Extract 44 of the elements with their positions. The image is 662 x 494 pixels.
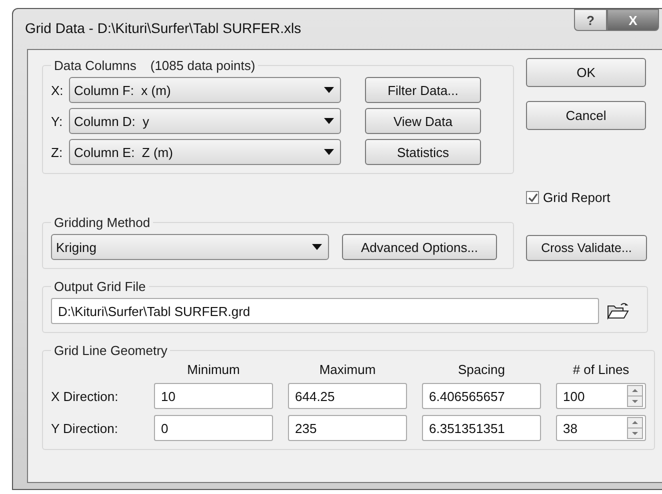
lines-spinner[interactable]: 100 <box>556 383 646 409</box>
advanced-options-button[interactable]: Advanced Options... <box>342 234 497 260</box>
data-button[interactable]: Statistics <box>365 139 481 165</box>
maximum-field[interactable]: 235 <box>288 415 407 441</box>
window-title: Grid Data - D:\Kituri\Surfer\Tabl SURFER.xls <box>25 20 302 36</box>
checkbox-label: Grid Report <box>543 190 610 205</box>
data-button[interactable]: View Data <box>365 108 481 134</box>
minimum-field[interactable]: 0 <box>154 415 273 441</box>
method-dropdown[interactable]: Kriging <box>51 234 329 260</box>
column-dropdown[interactable]: Column E: Z (m) <box>69 139 341 165</box>
axis-label: X: <box>51 82 64 98</box>
column-dropdown[interactable]: Column D: y <box>69 108 341 134</box>
file-path-field[interactable]: D:\Kituri\Surfer\Tabl SURFER.grd <box>51 298 599 324</box>
column-header: # of Lines <box>572 362 630 377</box>
group-title: Grid Line Geometry <box>54 343 168 358</box>
caret-icon <box>324 118 334 124</box>
maximum-field[interactable]: 644.25 <box>288 383 407 409</box>
spacing-field[interactable]: 6.406565657 <box>422 383 541 409</box>
grid-report-checkbox[interactable] <box>526 191 539 204</box>
cross-validate-button[interactable]: Cross Validate... <box>526 235 647 261</box>
axis-label: Y: <box>51 114 64 128</box>
data-button[interactable]: Filter Data... <box>365 77 481 103</box>
row-label: X Direction: <box>51 388 120 404</box>
column-header: Minimum <box>186 362 241 377</box>
close-button[interactable]: X <box>607 9 659 31</box>
column-header: Maximum <box>318 362 377 377</box>
group-title: Output Grid File <box>54 279 146 294</box>
data-point-count: (1085 data points) <box>150 58 256 73</box>
axis-label: Z: <box>51 144 64 160</box>
caret-icon <box>324 149 334 155</box>
lines-spinner[interactable]: 38 <box>556 415 646 441</box>
minimum-field[interactable]: 10 <box>154 383 273 409</box>
group-title: Data Columns <box>54 58 136 73</box>
dialog-button[interactable]: OK <box>526 58 646 87</box>
spacing-field[interactable]: 6.351351351 <box>422 415 541 441</box>
folder-icon[interactable] <box>607 302 629 320</box>
caret-icon <box>312 244 322 250</box>
column-header: Spacing <box>457 362 506 377</box>
help-button[interactable]: ? <box>574 9 607 31</box>
caret-icon <box>324 87 334 93</box>
row-label: Y Direction: <box>51 420 119 436</box>
dialog-button[interactable]: Cancel <box>526 101 646 130</box>
column-dropdown[interactable]: Column F: x (m) <box>69 77 341 103</box>
group-title: Gridding Method <box>54 215 150 230</box>
